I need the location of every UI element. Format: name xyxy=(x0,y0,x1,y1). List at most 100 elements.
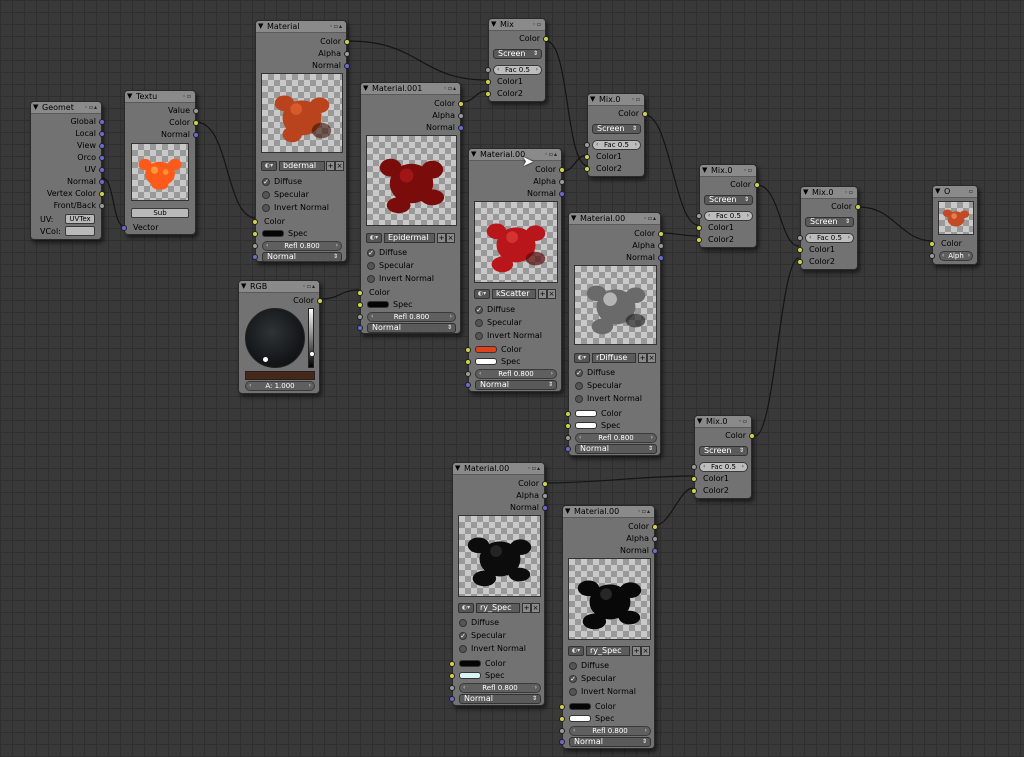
socket-alpha-out[interactable] xyxy=(458,113,464,119)
socket-color-out[interactable] xyxy=(754,182,760,188)
material-spec-node-2[interactable]: ▼ Material.00 ◦▫▴ Color Alpha Normal ◐▾ ry… xyxy=(559,505,658,749)
socket-color-out[interactable] xyxy=(344,39,350,45)
normal-dropdown[interactable]: Normal ⇕ xyxy=(475,380,557,390)
normal-dropdown[interactable]: Normal ⇕ xyxy=(367,323,456,333)
header-icons[interactable]: ◦▫ xyxy=(738,416,748,427)
socket-color1-in[interactable] xyxy=(696,225,702,231)
socket-spec-in[interactable] xyxy=(449,673,455,679)
socket-normal-in[interactable] xyxy=(559,739,565,745)
socket-color[interactable] xyxy=(193,120,199,126)
socket-color1-in[interactable] xyxy=(691,476,697,482)
header-icons[interactable]: ◦▫ xyxy=(743,165,753,176)
specular-checkbox[interactable]: Specular xyxy=(475,317,522,328)
color-wheel[interactable] xyxy=(245,308,305,368)
header-icons[interactable]: ◦▫ xyxy=(182,91,192,102)
unlink-material-button[interactable]: × xyxy=(647,353,656,363)
spec-color-swatch[interactable] xyxy=(459,672,481,679)
material-name[interactable]: bdermal xyxy=(279,161,325,171)
socket-color2-in[interactable] xyxy=(584,166,590,172)
socket-color-out[interactable] xyxy=(542,481,548,487)
diffuse-checkbox[interactable]: ✓ Diffuse xyxy=(367,247,407,258)
uv-field[interactable]: UVTex xyxy=(65,214,95,224)
mix-node-5[interactable]: ▼ Mix.0 ◦▫ Color Screen ⇕ ‹ Fac 0.5 › Color1 … xyxy=(691,415,755,499)
header-icons[interactable]: ◦▫▴ xyxy=(443,83,457,94)
socket-refl-in[interactable] xyxy=(559,728,565,734)
material-browse-icon[interactable]: ◐▾ xyxy=(568,646,584,656)
material-diffuse-node[interactable]: ▼ Material.00 ◦▫▴ Color Alpha Normal ◐▾ rD… xyxy=(565,212,664,456)
fac-slider[interactable]: ‹ Fac 0.5 › xyxy=(592,140,641,150)
socket-normal-in[interactable] xyxy=(357,325,363,331)
material-browse-icon[interactable]: ◐▾ xyxy=(574,353,590,363)
add-material-button[interactable]: + xyxy=(638,353,647,363)
socket-vertex-color[interactable] xyxy=(99,191,105,197)
socket-global[interactable] xyxy=(99,119,105,125)
socket-color-out[interactable] xyxy=(652,524,658,530)
node-header[interactable]: ▼ Mix.0 ◦▫ xyxy=(801,187,857,199)
socket-view[interactable] xyxy=(99,143,105,149)
socket-normal-in[interactable] xyxy=(252,254,258,260)
node-header[interactable]: ▼ RGB ◦▫▴ xyxy=(239,281,319,293)
socket-color-out[interactable] xyxy=(317,298,323,304)
socket-fac-in[interactable] xyxy=(797,235,803,241)
diffuse-checkbox[interactable]: ✓ Diffuse xyxy=(262,176,302,187)
spec-color-swatch[interactable] xyxy=(475,358,497,365)
unlink-material-button[interactable]: × xyxy=(335,161,344,171)
node-header[interactable]: ▼ Textu ◦▫ xyxy=(125,91,195,103)
specular-checkbox[interactable]: ✓ Specular xyxy=(569,673,616,684)
material-selector[interactable]: ◐▾ bdermal + × xyxy=(261,161,344,172)
socket-normal-out[interactable] xyxy=(658,255,664,261)
collapse-icon[interactable]: ▼ xyxy=(241,281,246,292)
socket-color2-in[interactable] xyxy=(696,237,702,243)
collapse-icon[interactable]: ▼ xyxy=(697,416,702,427)
socket-uv[interactable] xyxy=(99,167,105,173)
node-header[interactable]: ▼ Material.00 ◦▫▴ xyxy=(569,213,660,225)
normal-dropdown[interactable]: Normal ⇕ xyxy=(459,694,541,704)
socket-alpha-out[interactable] xyxy=(652,536,658,542)
material-browse-icon[interactable]: ◐▾ xyxy=(366,233,382,243)
socket-fac-in[interactable] xyxy=(485,67,491,73)
socket-alpha-out[interactable] xyxy=(658,243,664,249)
color-swatch[interactable] xyxy=(475,346,497,353)
header-icons[interactable]: ◦▫▴ xyxy=(544,149,558,160)
add-material-button[interactable]: + xyxy=(632,646,641,656)
color-picker-dot[interactable] xyxy=(263,357,268,362)
node-header[interactable]: ▼ Mix ◦▫ xyxy=(489,19,545,31)
header-icons[interactable]: ◦▫ xyxy=(532,19,542,30)
spec-color-swatch[interactable] xyxy=(262,230,284,237)
add-material-button[interactable]: + xyxy=(522,603,531,613)
texture-name-field[interactable]: Sub xyxy=(131,208,189,218)
mix-node-2[interactable]: ▼ Mix.0 ◦▫ Color Screen ⇕ ‹ Fac 0.5 › Color1 … xyxy=(584,93,648,177)
socket-refl-in[interactable] xyxy=(465,371,471,377)
mix-node-3[interactable]: ▼ Mix.0 ◦▫ Color Screen ⇕ ‹ Fac 0.5 › Color1 … xyxy=(696,164,760,248)
invert-normal-checkbox[interactable]: Invert Normal xyxy=(459,643,526,654)
socket-color2-in[interactable] xyxy=(797,259,803,265)
socket-alpha-out[interactable] xyxy=(542,493,548,499)
unlink-material-button[interactable]: × xyxy=(547,289,556,299)
material-name[interactable]: ry_Spec xyxy=(476,603,520,613)
socket-spec-in[interactable] xyxy=(565,423,571,429)
node-header[interactable]: ▼ O ▫ xyxy=(933,186,977,198)
header-icons[interactable]: ◦▫▴ xyxy=(527,463,541,474)
normal-dropdown[interactable]: Normal ⇕ xyxy=(575,444,657,454)
fac-slider[interactable]: ‹ Fac 0.5 › xyxy=(704,211,753,221)
unlink-material-button[interactable]: × xyxy=(531,603,540,613)
value-slider-handle[interactable] xyxy=(309,351,315,357)
header-icons[interactable]: ◦▫▴ xyxy=(637,506,651,517)
material-selector[interactable]: ◐▾ Epidermal + × xyxy=(366,233,458,244)
add-material-button[interactable]: + xyxy=(326,161,335,171)
socket-refl-in[interactable] xyxy=(449,685,455,691)
refl-slider[interactable]: ‹ Refl 0.800 › xyxy=(475,369,557,379)
unlink-material-button[interactable]: × xyxy=(641,646,650,656)
blend-mode-dropdown[interactable]: Screen ⇕ xyxy=(592,124,641,134)
diffuse-checkbox[interactable]: ✓ Diffuse xyxy=(575,367,615,378)
diffuse-checkbox[interactable]: Diffuse xyxy=(459,617,499,628)
socket-color-in[interactable] xyxy=(565,411,571,417)
collapse-icon[interactable]: ▼ xyxy=(571,213,576,224)
specular-checkbox[interactable]: Specular xyxy=(367,260,414,271)
socket-normal-out[interactable] xyxy=(652,548,658,554)
collapse-icon[interactable]: ▼ xyxy=(565,506,570,517)
node-header[interactable]: ▼ Material.00 ◦▫▴ xyxy=(453,463,544,475)
collapse-icon[interactable]: ▼ xyxy=(471,149,476,160)
socket-value[interactable] xyxy=(193,108,199,114)
rgb-node[interactable]: ▼ RGB ◦▫▴ Color ‹ A: 1.000 › xyxy=(238,280,323,394)
